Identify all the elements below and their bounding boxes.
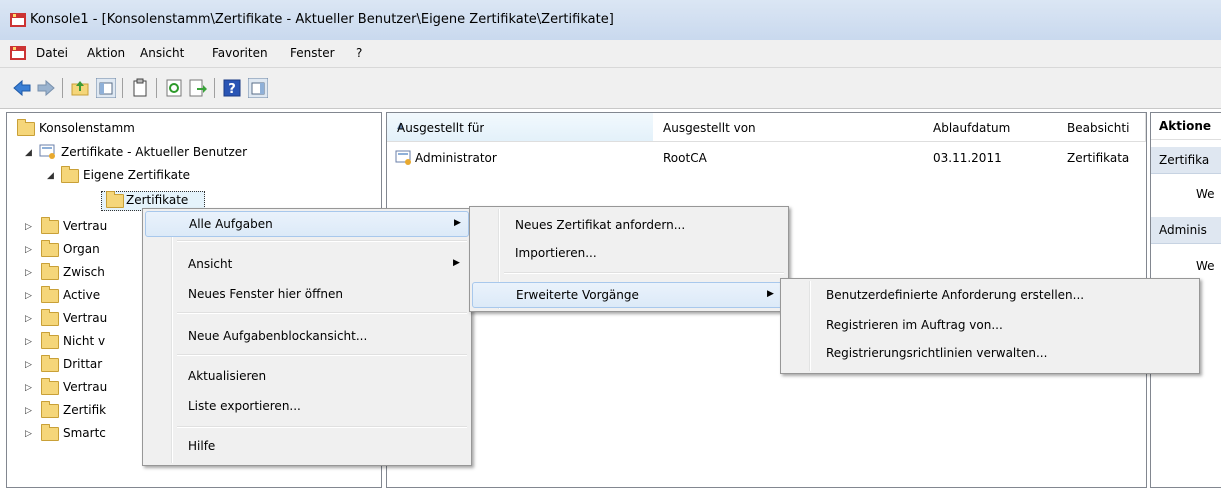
collapsed-arrow-icon[interactable]: ▷ [25, 291, 32, 301]
title-bar: Konsole1 - [Konsolenstamm\Zertifikate - … [0, 0, 1221, 40]
menu-separator [177, 312, 467, 314]
menu-bar: Datei Aktion Ansicht Favoriten Fenster ? [0, 40, 1221, 68]
menu-favoriten[interactable]: Favoriten [212, 46, 268, 60]
collapsed-arrow-icon[interactable]: ▷ [25, 360, 32, 370]
forward-arrow-icon[interactable] [36, 78, 56, 98]
cell-issued-to: Administrator [415, 151, 497, 165]
help-icon[interactable]: ? [222, 78, 242, 98]
menu-item-manage-enrollment-policies[interactable]: Registrierungsrichtlinien verwalten... [783, 341, 1197, 365]
mmc-console-icon [10, 13, 26, 27]
menu-help[interactable]: ? [356, 46, 362, 60]
cell-issued-by: RootCA [663, 151, 707, 165]
menu-separator [177, 240, 467, 242]
menu-separator [177, 426, 467, 428]
certificate-snapin-icon [39, 144, 55, 159]
menu-item-view[interactable]: Ansicht ▶ [145, 252, 469, 276]
folder-icon [41, 355, 59, 372]
show-hide-action-pane-icon[interactable] [248, 78, 268, 98]
actions-section-header[interactable]: Zertifika [1151, 147, 1221, 174]
menu-datei[interactable]: Datei [36, 46, 68, 60]
properties-icon[interactable] [130, 78, 150, 98]
menu-separator [177, 354, 467, 356]
menu-item-refresh[interactable]: Aktualisieren [145, 364, 469, 388]
toolbar-separator [156, 78, 157, 98]
svg-text:?: ? [228, 82, 236, 97]
submenu-all-tasks: Neues Zertifikat anfordern... Importiere… [469, 206, 789, 312]
menu-fenster[interactable]: Fenster [290, 46, 335, 60]
folder-icon [41, 263, 59, 280]
menu-separator [504, 272, 784, 274]
menu-item-new-window[interactable]: Neues Fenster hier öffnen [145, 282, 469, 306]
submenu-arrow-icon: ▶ [454, 218, 461, 228]
folder-icon [41, 240, 59, 257]
menu-item-new-taskpad[interactable]: Neue Aufgabenblockansicht... [145, 324, 469, 348]
folder-icon [106, 191, 124, 208]
expanded-arrow-icon[interactable]: ◢ [47, 171, 54, 181]
collapsed-arrow-icon[interactable]: ▷ [25, 268, 32, 278]
show-hide-tree-icon[interactable] [96, 78, 116, 98]
collapsed-arrow-icon[interactable]: ▷ [25, 383, 32, 393]
column-header-issued-to[interactable]: ▲ Ausgestellt für [387, 113, 654, 142]
cell-purpose: Zertifikata [1067, 151, 1130, 165]
column-header-expiry[interactable]: Ablaufdatum [923, 113, 1058, 142]
refresh-icon[interactable] [164, 78, 184, 98]
back-arrow-icon[interactable] [12, 78, 32, 98]
toolbar-separator [62, 78, 63, 98]
menu-aktion[interactable]: Aktion [87, 46, 125, 60]
collapsed-arrow-icon[interactable]: ▷ [25, 337, 32, 347]
column-header-issued-by[interactable]: Ausgestellt von [653, 113, 924, 142]
action-item-more[interactable]: We [1196, 187, 1215, 201]
folder-icon [41, 424, 59, 441]
folder-icon [17, 119, 35, 136]
menu-item-request-new-certificate[interactable]: Neues Zertifikat anfordern... [472, 213, 786, 237]
column-header-purpose[interactable]: Beabsichti [1057, 113, 1146, 142]
actions-section-header[interactable]: Adminis [1151, 217, 1221, 244]
export-list-icon[interactable] [188, 78, 208, 98]
toolbar-separator [122, 78, 123, 98]
folder-icon [61, 166, 79, 183]
menu-item-create-custom-request[interactable]: Benutzerdefinierte Anforderung erstellen… [783, 283, 1197, 307]
window-title: Konsole1 - [Konsolenstamm\Zertifikate - … [30, 12, 614, 27]
cell-expiry: 03.11.2011 [933, 151, 1002, 165]
toolbar-separator [214, 78, 215, 98]
certificate-icon [395, 150, 411, 165]
menu-item-enroll-on-behalf[interactable]: Registrieren im Auftrag von... [783, 313, 1197, 337]
folder-icon [41, 378, 59, 395]
collapsed-arrow-icon[interactable]: ▷ [25, 429, 32, 439]
context-menu: Alle Aufgaben ▶ Ansicht ▶ Neues Fenster … [142, 208, 472, 466]
folder-icon [41, 286, 59, 303]
folder-icon [41, 217, 59, 234]
menu-item-advanced-operations[interactable]: Erweiterte Vorgänge ▶ [472, 282, 786, 308]
collapsed-arrow-icon[interactable]: ▷ [25, 222, 32, 232]
collapsed-arrow-icon[interactable]: ▷ [25, 406, 32, 416]
collapsed-arrow-icon[interactable]: ▷ [25, 245, 32, 255]
up-folder-icon[interactable] [70, 78, 90, 98]
toolbar: ? [0, 68, 1221, 109]
folder-icon [41, 309, 59, 326]
actions-header: Aktione [1151, 113, 1221, 140]
action-item-more[interactable]: We [1196, 259, 1215, 273]
submenu-arrow-icon: ▶ [453, 258, 460, 268]
menu-item-all-tasks[interactable]: Alle Aufgaben ▶ [145, 211, 469, 237]
submenu-arrow-icon: ▶ [767, 289, 774, 299]
collapsed-arrow-icon[interactable]: ▷ [25, 314, 32, 324]
menu-item-import[interactable]: Importieren... [472, 241, 786, 265]
menu-ansicht[interactable]: Ansicht [140, 46, 184, 60]
menu-item-export-list[interactable]: Liste exportieren... [145, 394, 469, 418]
expanded-arrow-icon[interactable]: ◢ [25, 148, 32, 158]
menu-item-help[interactable]: Hilfe [145, 434, 469, 458]
submenu-advanced-operations: Benutzerdefinierte Anforderung erstellen… [780, 278, 1200, 374]
folder-icon [41, 401, 59, 418]
folder-icon [41, 332, 59, 349]
console-system-menu-icon[interactable] [10, 46, 26, 60]
